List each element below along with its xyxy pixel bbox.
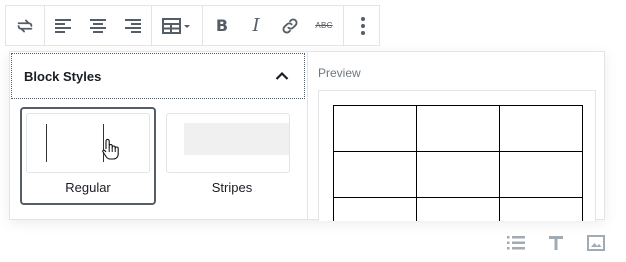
block-styles-title: Block Styles [24, 68, 102, 84]
table-group [152, 6, 203, 45]
bold-button[interactable]: B [205, 6, 239, 45]
preview-table [333, 105, 583, 221]
preview-label: Preview [318, 66, 361, 80]
align-right-icon[interactable] [115, 6, 149, 45]
block-toolbar: B I ABC [5, 5, 380, 46]
table-row [333, 197, 583, 221]
stripe-row [184, 123, 289, 155]
chevron-up-icon [272, 66, 292, 86]
table-cell [499, 105, 583, 152]
style-option-stripes[interactable]: Stripes [164, 107, 300, 205]
heading-icon[interactable] [536, 230, 576, 256]
block-switcher-icon[interactable] [8, 6, 42, 45]
preview-box [318, 90, 596, 221]
table-cell [416, 151, 500, 198]
table-edit-button[interactable] [154, 6, 200, 45]
style-label-regular: Regular [65, 180, 111, 195]
bold-icon: B [215, 16, 229, 35]
block-styles-popover: Block Styles Regular Stripes Preview [9, 51, 605, 221]
strikethrough-button[interactable]: ABC [307, 6, 341, 45]
format-group: B I ABC [203, 6, 344, 45]
style-label-stripes: Stripes [211, 180, 253, 195]
block-switcher-group [6, 6, 45, 45]
strikethrough-icon: ABC [315, 21, 333, 30]
block-styles-panel: Block Styles Regular Stripes [10, 52, 306, 219]
italic-icon: I [252, 15, 260, 36]
align-center-icon[interactable] [81, 6, 115, 45]
block-styles-toggle[interactable]: Block Styles [11, 53, 305, 99]
italic-button[interactable]: I [239, 6, 273, 45]
preview-panel: Preview [307, 52, 604, 221]
alignment-group [45, 6, 152, 45]
inserter-shortcuts [496, 230, 616, 256]
table-cell [499, 151, 583, 198]
table-cell [499, 197, 583, 221]
table-cell [333, 151, 417, 198]
list-icon[interactable] [496, 230, 536, 256]
table-row [333, 151, 583, 198]
style-preview-thumbnail [166, 113, 290, 173]
table-cell [333, 105, 417, 152]
style-preview-thumbnail [26, 113, 150, 173]
table-cell [416, 197, 500, 221]
table-cell [333, 197, 417, 221]
align-left-icon[interactable] [47, 6, 81, 45]
table-line [46, 124, 47, 162]
more-options-icon[interactable] [346, 6, 380, 45]
link-icon[interactable] [273, 6, 307, 45]
style-option-regular[interactable]: Regular [20, 107, 156, 205]
table-row [333, 105, 583, 152]
more-group [344, 6, 382, 45]
image-icon[interactable] [576, 230, 616, 256]
hand-pointer-icon [101, 138, 119, 165]
table-cell [416, 105, 500, 152]
